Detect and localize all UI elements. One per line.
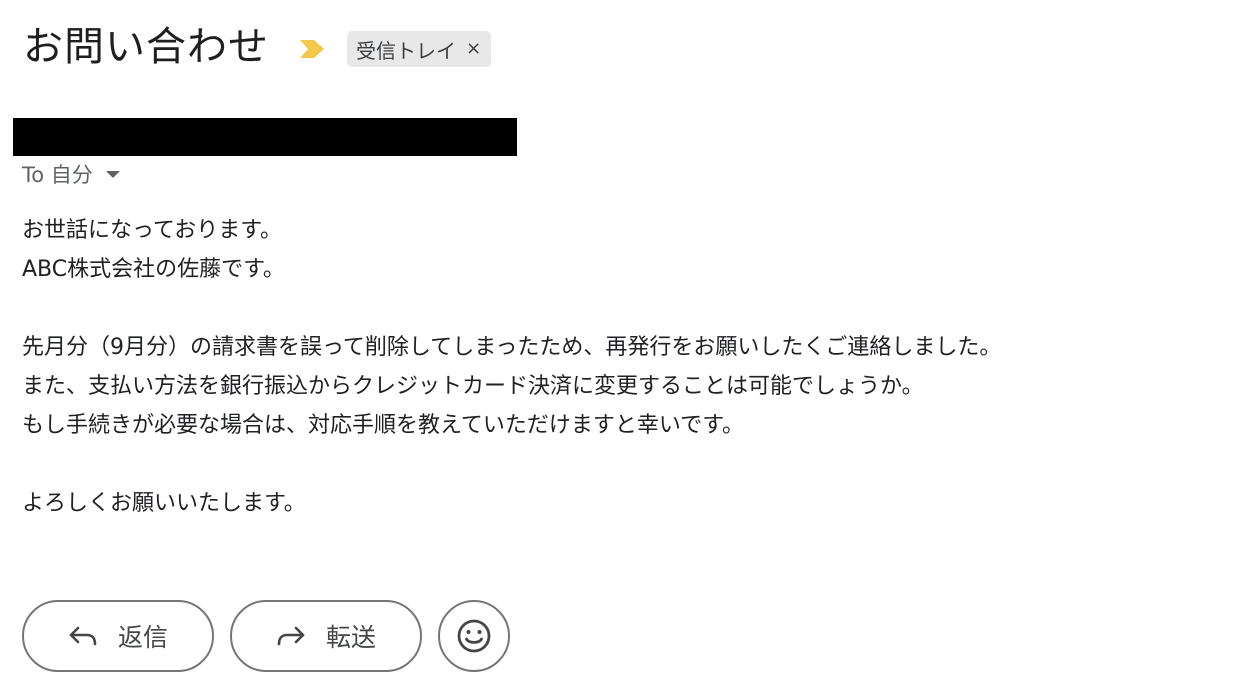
email-subject: お問い合わせ xyxy=(23,24,269,70)
body-line: また、支払い方法を銀行振込からクレジットカード決済に変更することは可能でしょうか… xyxy=(22,374,924,399)
forward-icon xyxy=(276,624,306,648)
email-view: お問い合わせ 受信トレイ × To 自分 お世話になっております。 ABC株式会… xyxy=(0,0,1258,694)
importance-marker-icon[interactable] xyxy=(299,39,325,59)
smiley-icon xyxy=(456,618,492,654)
reply-label: 返信 xyxy=(117,623,168,652)
body-line: よろしくお願いいたします。 xyxy=(22,491,306,516)
forward-label: 転送 xyxy=(325,623,376,652)
recipient-text: To 自分 xyxy=(22,163,93,187)
body-line: ABC株式会社の佐藤です。 xyxy=(22,257,285,282)
action-bar: 返信 転送 xyxy=(22,600,510,672)
remove-label-icon[interactable]: × xyxy=(466,40,481,58)
label-chip-inbox[interactable]: 受信トレイ × xyxy=(347,31,492,67)
forward-button[interactable]: 転送 xyxy=(230,600,422,672)
label-chip-text: 受信トレイ xyxy=(356,38,456,63)
reply-icon xyxy=(68,624,98,648)
recipient-row: To 自分 xyxy=(22,160,121,190)
show-details-dropdown-icon[interactable] xyxy=(105,170,121,180)
body-line: お世話になっております。 xyxy=(22,218,283,243)
sender-name-redacted xyxy=(13,118,517,156)
reply-button[interactable]: 返信 xyxy=(22,600,214,672)
body-line: もし手続きが必要な場合は、対応手順を教えていただけますと幸いです。 xyxy=(22,413,745,438)
add-reaction-button[interactable] xyxy=(438,600,510,672)
subject-row: お問い合わせ 受信トレイ × xyxy=(23,20,492,74)
body-line: 先月分（9月分）の請求書を誤って削除してしまったため、再発行をお願いしたくご連絡… xyxy=(22,335,1002,360)
body-line xyxy=(22,289,1001,328)
body-line xyxy=(22,445,1001,484)
email-body: お世話になっております。 ABC株式会社の佐藤です。 先月分（9月分）の請求書を… xyxy=(22,211,1001,523)
